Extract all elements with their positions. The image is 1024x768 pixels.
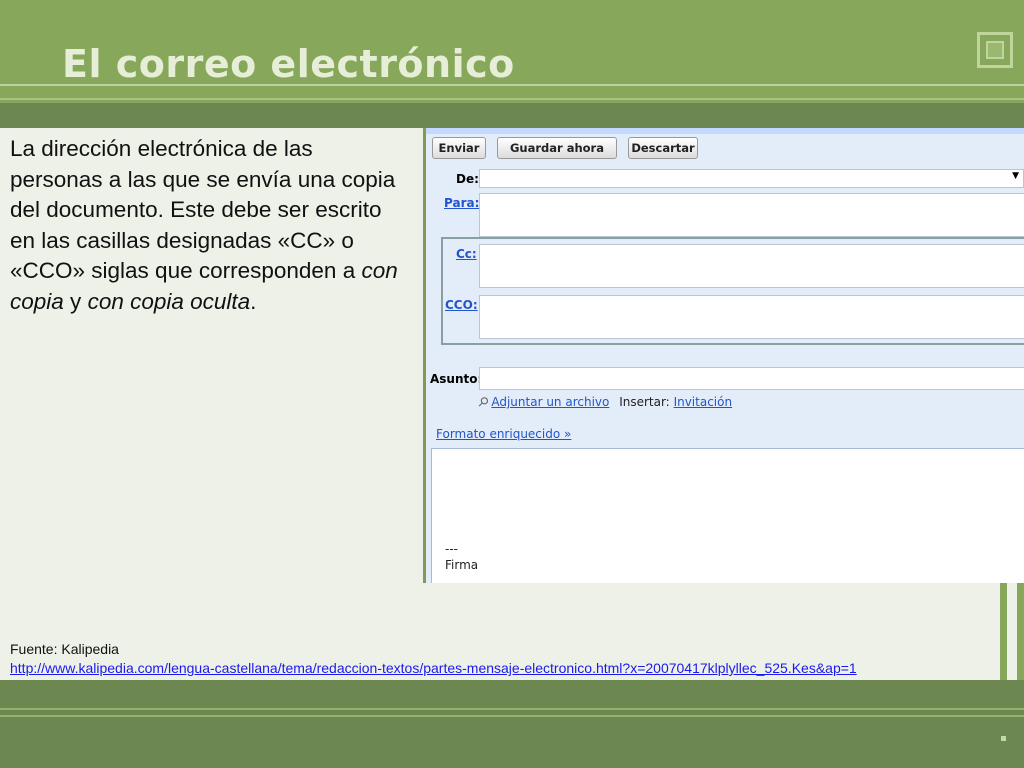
- cc-link[interactable]: Cc:: [456, 247, 477, 261]
- slide-footer: [0, 680, 1024, 768]
- subject-label: Asunto:: [430, 372, 483, 386]
- paperclip-icon: ⚲: [474, 393, 492, 412]
- invitation-link[interactable]: Invitación: [674, 395, 733, 409]
- from-label: De:: [456, 172, 479, 186]
- subject-field[interactable]: [479, 367, 1024, 390]
- source-link[interactable]: http://www.kalipedia.com/lengua-castella…: [10, 660, 857, 676]
- bcc-field[interactable]: [479, 295, 1024, 339]
- cc-field[interactable]: [479, 244, 1024, 288]
- header-stripe: [0, 103, 1024, 128]
- signature-separator: ---: [445, 542, 458, 556]
- description-text: .: [250, 288, 257, 314]
- header-divider: [0, 84, 1024, 86]
- corner-square-icon: [977, 32, 1013, 68]
- header-divider: [0, 98, 1024, 100]
- slide-description: La dirección electrónica de las personas…: [10, 134, 410, 317]
- bcc-link[interactable]: CCO:: [445, 298, 478, 312]
- footer-dot: [1001, 736, 1006, 741]
- email-compose-screenshot: Enviar Guardar ahora Descartar De: ▼ Par…: [423, 128, 1024, 583]
- dropdown-arrow-icon: ▼: [1012, 171, 1019, 181]
- footer-divider: [0, 708, 1024, 710]
- save-now-button[interactable]: Guardar ahora: [497, 137, 617, 159]
- to-field[interactable]: [479, 193, 1024, 237]
- cc-label[interactable]: Cc:: [456, 247, 477, 261]
- description-emphasis: con copia oculta: [87, 288, 251, 314]
- rich-format-row: Formato enriquecido »: [436, 427, 571, 441]
- insert-label: Insertar:: [619, 395, 670, 409]
- rich-format-link[interactable]: Formato enriquecido »: [436, 427, 571, 441]
- send-button[interactable]: Enviar: [432, 137, 486, 159]
- signature-text: Firma: [445, 558, 479, 572]
- footer-divider: [0, 715, 1024, 717]
- attach-row: ⚲ Adjuntar un archivo Insertar: Invitaci…: [474, 394, 733, 411]
- slide-header: El correo electrónico: [0, 0, 1024, 128]
- attach-file-link[interactable]: Adjuntar un archivo: [491, 395, 609, 409]
- source-label: Fuente: Kalipedia: [10, 641, 119, 657]
- from-select[interactable]: ▼: [479, 169, 1024, 188]
- description-text: y: [63, 288, 88, 314]
- corner-square-inner: [986, 41, 1004, 59]
- to-link[interactable]: Para:: [444, 196, 479, 210]
- message-body[interactable]: --- Firma: [431, 448, 1024, 583]
- to-label[interactable]: Para:: [444, 196, 479, 210]
- compose-topbar: [426, 128, 1024, 134]
- bcc-label[interactable]: CCO:: [445, 298, 478, 312]
- description-text: La dirección electrónica de las personas…: [10, 136, 396, 283]
- slide-title: El correo electrónico: [62, 42, 515, 86]
- discard-button[interactable]: Descartar: [628, 137, 698, 159]
